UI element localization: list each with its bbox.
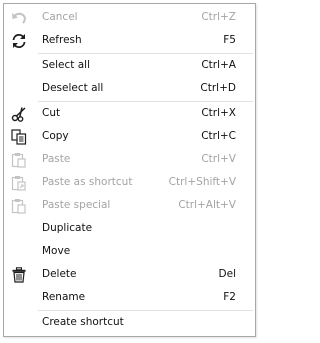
menu-item-paste: Paste Ctrl+V <box>4 148 255 171</box>
menu-item-label: Refresh <box>42 34 82 46</box>
menu-item-shortcut: Del <box>218 268 236 280</box>
menu-item-shortcut: Ctrl+A <box>201 59 236 71</box>
menu-item-label: Deselect all <box>42 82 104 94</box>
menu-item-shortcut: Ctrl+V <box>201 153 236 165</box>
menu-item-refresh[interactable]: Refresh F5 <box>4 29 255 52</box>
menu-item-deselect-all[interactable]: Deselect all Ctrl+D <box>4 77 255 100</box>
scissors-icon <box>10 105 28 122</box>
menu-item-move[interactable]: Move <box>4 240 255 263</box>
menu-item-shortcut: F2 <box>223 291 236 303</box>
menu-item-label: Paste as shortcut <box>42 176 133 188</box>
menu-item-rename[interactable]: Rename F2 <box>4 286 255 309</box>
paste-shortcut-icon <box>10 174 28 191</box>
menu-item-shortcut: Ctrl+Z <box>201 11 236 23</box>
refresh-icon <box>10 32 28 49</box>
menu-item-delete[interactable]: Delete Del <box>4 263 255 286</box>
menu-item-paste-special: Paste special Ctrl+Alt+V <box>4 194 255 217</box>
menu-item-cut[interactable]: Cut Ctrl+X <box>4 102 255 125</box>
menu-item-label: Select all <box>42 59 90 71</box>
menu-item-label: Cut <box>42 107 61 119</box>
menu-item-shortcut: Ctrl+X <box>201 107 236 119</box>
context-menu: Cancel Ctrl+Z Refresh F5 Select all Ctrl… <box>3 3 256 337</box>
menu-item-shortcut: Ctrl+Shift+V <box>168 176 236 188</box>
menu-item-label: Delete <box>42 268 77 280</box>
menu-item-create-shortcut[interactable]: Create shortcut <box>4 311 255 334</box>
menu-item-shortcut: Ctrl+C <box>201 130 236 142</box>
menu-item-duplicate[interactable]: Duplicate <box>4 217 255 240</box>
menu-item-shortcut: F5 <box>223 34 236 46</box>
menu-item-label: Copy <box>42 130 69 142</box>
paste-icon <box>10 151 28 168</box>
trash-icon <box>10 266 28 283</box>
menu-item-shortcut: Ctrl+Alt+V <box>178 199 236 211</box>
menu-item-label: Paste special <box>42 199 111 211</box>
copy-icon <box>10 128 28 145</box>
menu-item-copy[interactable]: Copy Ctrl+C <box>4 125 255 148</box>
menu-item-label: Move <box>42 245 71 257</box>
menu-item-cancel: Cancel Ctrl+Z <box>4 6 255 29</box>
menu-item-label: Paste <box>42 153 71 165</box>
menu-item-label: Duplicate <box>42 222 93 234</box>
menu-item-label: Create shortcut <box>42 316 124 328</box>
menu-item-paste-as-shortcut: Paste as shortcut Ctrl+Shift+V <box>4 171 255 194</box>
menu-item-select-all[interactable]: Select all Ctrl+A <box>4 54 255 77</box>
menu-item-label: Cancel <box>42 11 78 23</box>
paste-special-icon <box>10 197 28 214</box>
menu-item-label: Rename <box>42 291 86 303</box>
menu-item-shortcut: Ctrl+D <box>200 82 236 94</box>
undo-icon <box>10 9 28 26</box>
